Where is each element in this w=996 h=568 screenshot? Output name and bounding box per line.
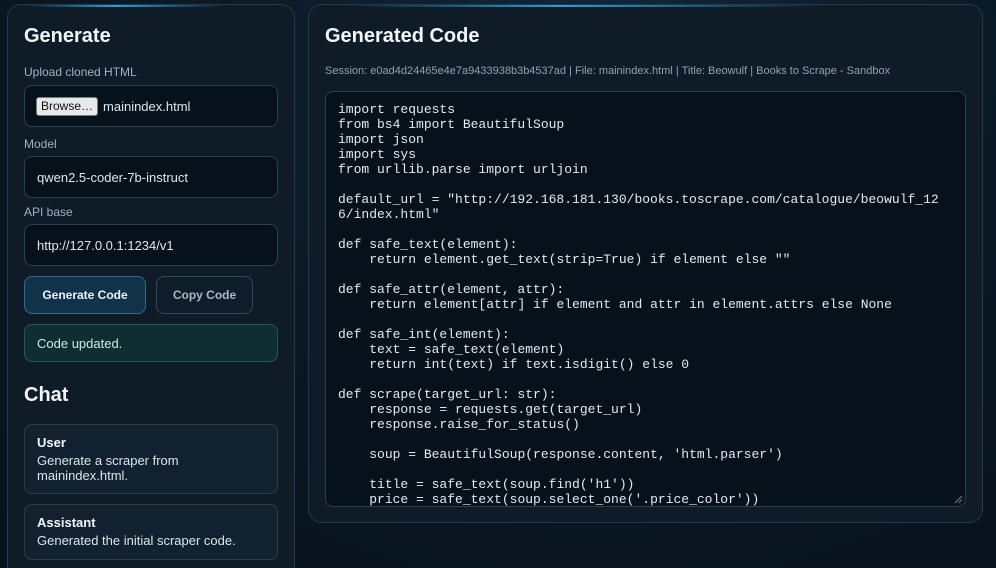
generate-panel: Generate Upload cloned HTML Browse… main… [7, 4, 295, 568]
chat-title: Chat [24, 384, 69, 406]
resize-handle-icon[interactable] [953, 494, 963, 504]
upload-file-input[interactable]: Browse… mainindex.html [24, 85, 278, 127]
app-page: Generate Upload cloned HTML Browse… main… [0, 0, 996, 568]
upload-filename: mainindex.html [103, 98, 191, 114]
chat-message-assistant: Assistant Generated the initial scraper … [24, 504, 278, 560]
model-input[interactable]: qwen2.5-coder-7b-instruct [24, 156, 278, 198]
chat-text: Generate a scraper from mainindex.html. [37, 453, 179, 483]
chat-role: User [37, 435, 66, 450]
model-label: Model [24, 137, 57, 151]
code-textarea[interactable]: import requests from bs4 import Beautifu… [325, 91, 966, 507]
chat-message-user: User Generate a scraper from mainindex.h… [24, 424, 278, 494]
upload-label: Upload cloned HTML [24, 65, 137, 79]
code-content: import requests from bs4 import Beautifu… [338, 102, 939, 507]
api-base-label: API base [24, 205, 73, 219]
generated-code-panel: Generated Code Session: e0ad4d24465e4e7a… [308, 4, 983, 523]
chat-text: Generated the initial scraper code. [37, 533, 236, 548]
session-info: Session: e0ad4d24465e4e7a9433938b3b4537a… [325, 65, 891, 77]
api-base-input[interactable]: http://127.0.0.1:1234/v1 [24, 224, 278, 266]
generate-code-button[interactable]: Generate Code [24, 276, 146, 314]
browse-button[interactable]: Browse… [36, 96, 99, 116]
generated-code-title: Generated Code [325, 25, 480, 47]
status-message: Code updated. [24, 324, 278, 362]
generate-title: Generate [24, 25, 111, 47]
copy-code-button[interactable]: Copy Code [156, 276, 253, 314]
model-value: qwen2.5-coder-7b-instruct [37, 169, 189, 185]
chat-role: Assistant [37, 515, 96, 530]
api-base-value: http://127.0.0.1:1234/v1 [37, 237, 174, 253]
